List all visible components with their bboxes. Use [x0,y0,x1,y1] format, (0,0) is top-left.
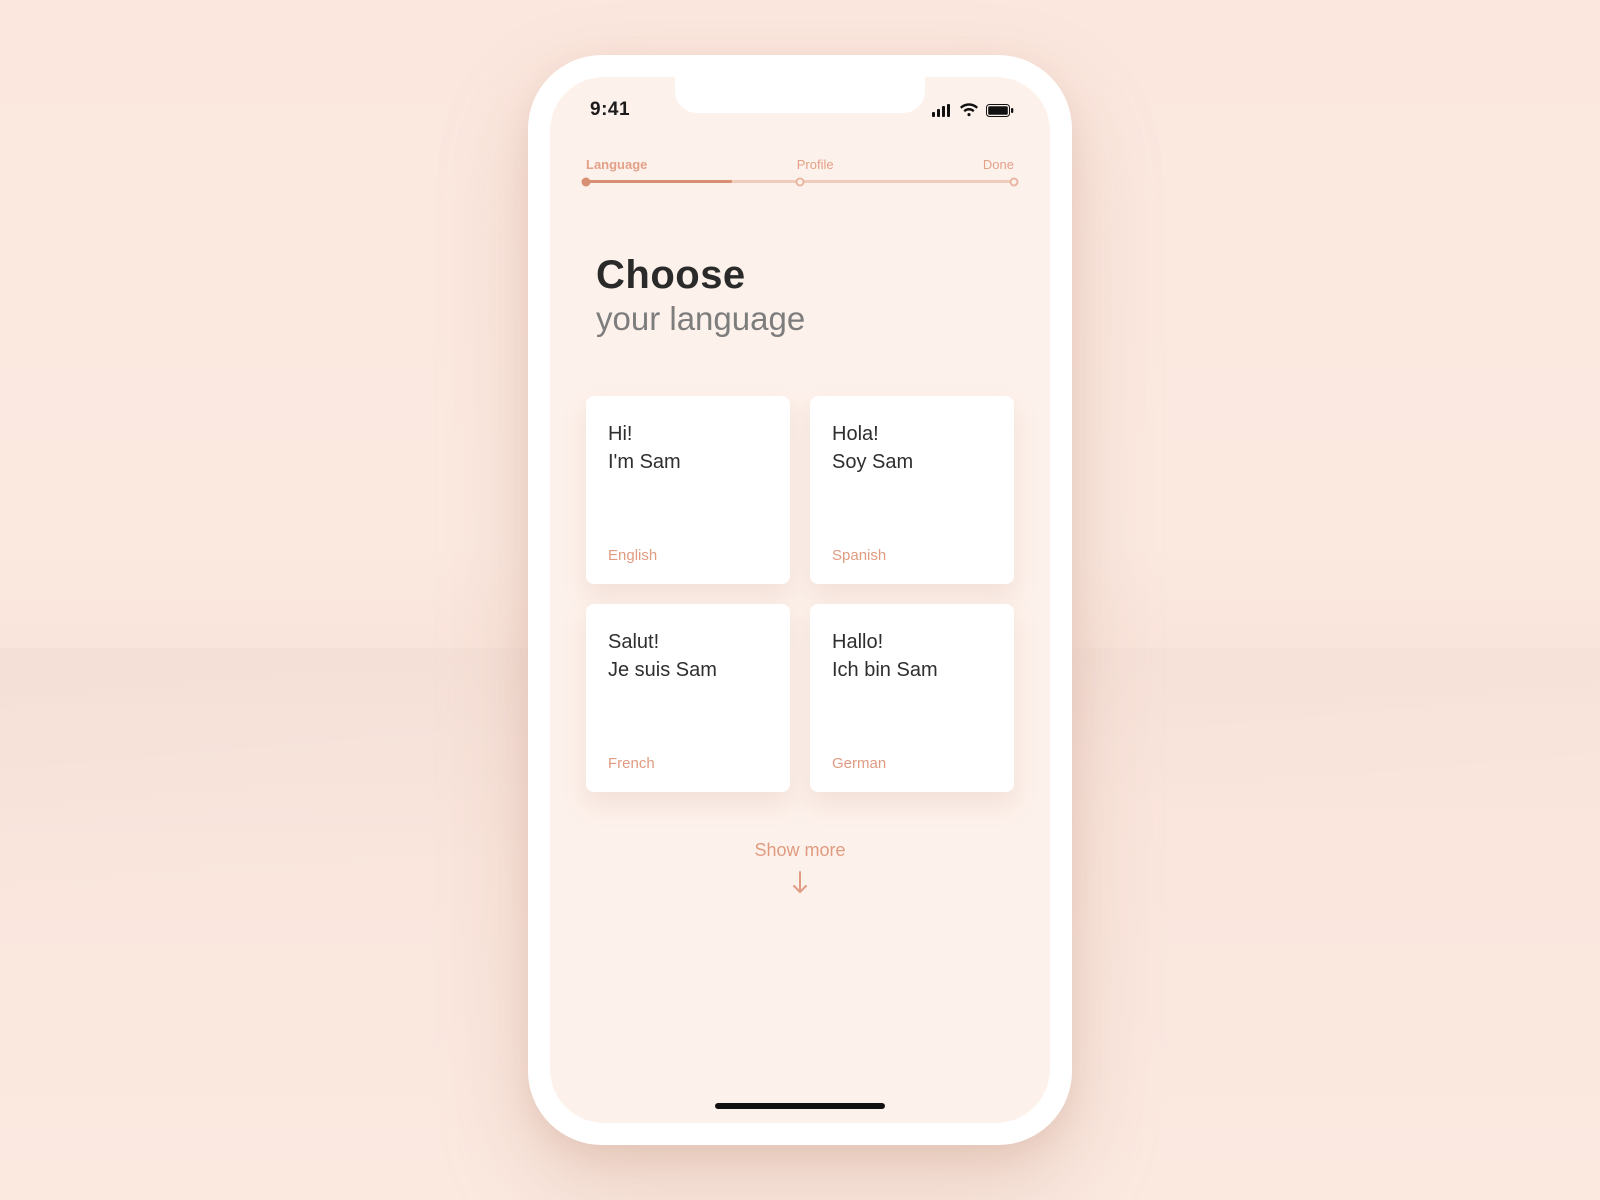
language-card-german[interactable]: Hallo! Ich bin Sam German [810,604,1014,792]
language-card-english[interactable]: Hi! I'm Sam English [586,396,790,584]
language-card-spanish[interactable]: Hola! Soy Sam Spanish [810,396,1014,584]
greet-line2: Soy Sam [832,451,913,473]
page-heading: Choose your language [596,253,1004,338]
status-time: 9:41 [590,99,630,121]
stepper-labels: Language Profile Done [586,157,1014,172]
status-icons [932,103,1014,117]
heading-line1: Choose [596,253,1004,298]
wifi-icon [959,103,979,117]
greet-line2: Ich bin Sam [832,659,938,681]
greet-line1: Hola! [832,423,879,445]
stepper-fill [586,180,732,183]
step-label-language: Language [586,157,647,172]
language-card-french[interactable]: Salut! Je suis Sam French [586,604,790,792]
greet-line1: Hallo! [832,631,883,653]
show-more-label: Show more [754,840,845,861]
onboarding-stepper: Language Profile Done [586,157,1014,183]
heading-line2: your language [596,300,1004,338]
card-greeting: Salut! Je suis Sam [608,628,768,684]
arrow-down-icon [791,871,809,895]
stepper-dot-done [1010,177,1019,186]
card-language-label: German [832,755,992,772]
card-language-label: French [608,755,768,772]
app-stage: 9:41 [0,0,1600,1200]
greet-line1: Hi! [608,423,632,445]
stepper-track [586,180,1014,183]
greet-line1: Salut! [608,631,659,653]
card-language-label: English [608,547,768,564]
card-language-label: Spanish [832,547,992,564]
language-grid: Hi! I'm Sam English Hola! Soy Sam Spanis… [586,396,1014,792]
phone-screen: 9:41 [550,77,1050,1123]
battery-icon [986,104,1014,117]
greet-line2: Je suis Sam [608,659,717,681]
stepper-dot-profile [796,177,805,186]
status-bar: 9:41 [550,77,1050,133]
card-greeting: Hallo! Ich bin Sam [832,628,992,684]
show-more-button[interactable]: Show more [550,840,1050,895]
cellular-icon [932,104,952,117]
step-label-done: Done [983,157,1014,172]
step-label-profile: Profile [797,157,834,172]
card-greeting: Hi! I'm Sam [608,420,768,476]
phone-frame: 9:41 [528,55,1072,1145]
home-indicator [715,1103,885,1109]
card-greeting: Hola! Soy Sam [832,420,992,476]
stepper-dot-language [582,177,591,186]
greet-line2: I'm Sam [608,451,681,473]
